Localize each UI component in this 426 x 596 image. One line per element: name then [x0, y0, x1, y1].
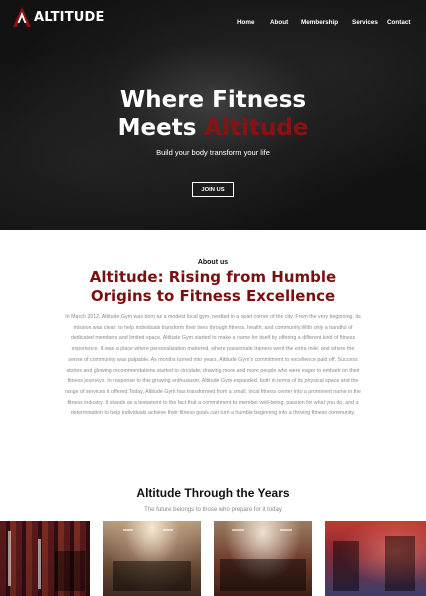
years-title: Altitude Through the Years — [136, 486, 290, 500]
gallery-photo-4[interactable] — [325, 521, 426, 596]
hero-subtitle: Build your body transform your life — [156, 148, 270, 157]
nav-contact[interactable]: Contact — [387, 19, 410, 26]
hero-section: ALTITUDE Home About Membership Services … — [0, 0, 426, 230]
gallery-photo-2[interactable] — [103, 521, 201, 596]
about-label: About us — [197, 259, 229, 266]
gallery-photo-1[interactable] — [0, 521, 90, 596]
ceiling-light — [163, 529, 173, 531]
about-title-line2: Origins to Fitness Excellence — [90, 287, 336, 305]
equipment-rack — [38, 539, 41, 589]
years-subtitle: The future belongs to those who prepare … — [144, 507, 282, 513]
join-us-button[interactable]: JOIN US — [192, 182, 234, 197]
nav-home[interactable]: Home — [237, 19, 255, 26]
gallery-photo-3[interactable] — [214, 521, 312, 596]
ceiling-light — [232, 529, 244, 531]
about-title-line1: Altitude: Rising from Humble — [89, 268, 337, 286]
person-silhouette — [385, 536, 415, 591]
nav-services[interactable]: Services — [352, 19, 378, 26]
gallery — [0, 521, 426, 596]
nav-membership[interactable]: Membership — [301, 19, 338, 26]
hero-title-accent: Altitude — [204, 115, 309, 141]
nav-about[interactable]: About — [270, 19, 288, 26]
hero-title-line2-prefix: Meets — [117, 115, 205, 141]
person-silhouette — [333, 541, 359, 591]
hero-title: Where Fitness Meets Altitude — [0, 86, 426, 142]
ceiling-light — [123, 529, 133, 531]
about-title: Altitude: Rising from Humble Origins to … — [0, 268, 426, 306]
brand-name: ALTITUDE — [34, 9, 105, 25]
ceiling-light — [280, 529, 292, 531]
equipment-rack — [8, 531, 11, 586]
altitude-logo-icon — [13, 7, 31, 27]
hero-title-line1: Where Fitness — [119, 87, 307, 113]
equipment-shadow — [55, 551, 85, 591]
gym-floor — [113, 561, 191, 591]
about-body: In March 2012, Altitude Gym was born as … — [65, 314, 361, 417]
brand-logo[interactable]: ALTITUDE — [12, 6, 105, 28]
gym-floor — [220, 559, 306, 591]
